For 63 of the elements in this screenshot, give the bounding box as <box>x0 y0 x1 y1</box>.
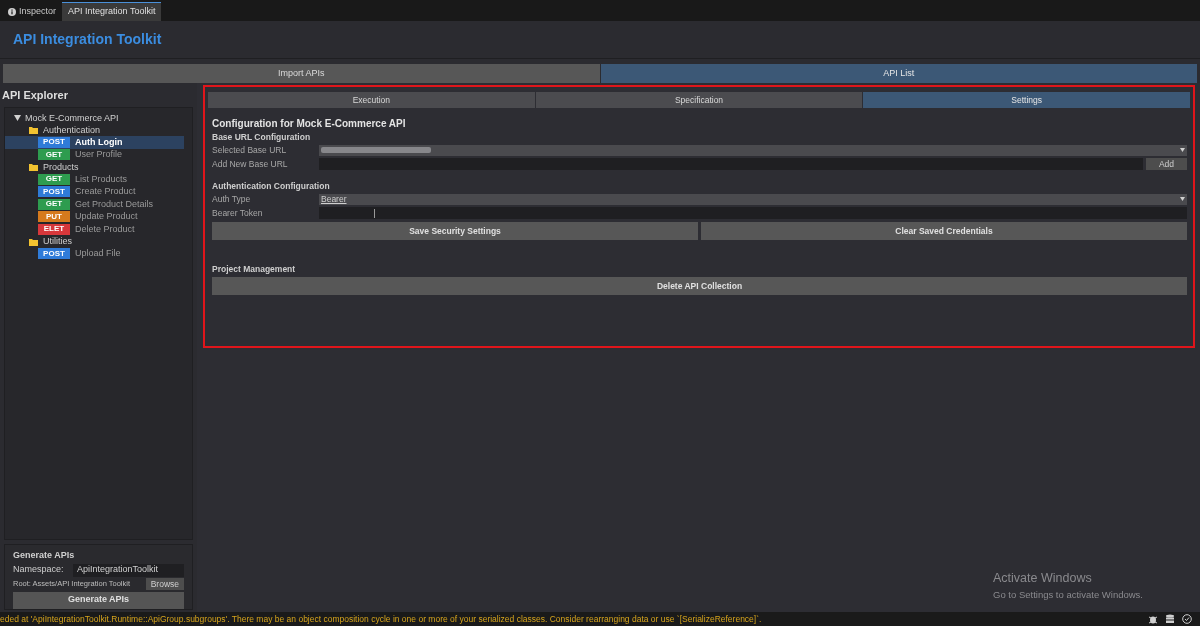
config-title: Configuration for Mock E-Commerce API <box>212 117 407 131</box>
field-label: Namespace: <box>13 563 65 577</box>
database-icon[interactable] <box>1165 614 1175 624</box>
endpoint-row[interactable]: GET List Products <box>5 173 184 186</box>
main-tab[interactable]: Import APIs <box>3 64 600 83</box>
field-label: Bearer Token <box>212 206 264 220</box>
endpoint-row[interactable]: PUT Update Product <box>5 210 184 223</box>
add-button[interactable]: Add <box>1146 158 1187 170</box>
method-badge: POST <box>38 248 70 260</box>
endpoint-row[interactable]: POST Upload File <box>5 247 184 260</box>
folder-icon <box>29 237 38 246</box>
browse-button[interactable]: Browse <box>145 578 184 590</box>
method-badge: GET <box>38 173 70 185</box>
field-label: Add New Base URL <box>212 157 289 171</box>
dropdown-caret-icon <box>1180 197 1185 201</box>
dropdown-caret-icon <box>1180 148 1185 152</box>
method-badge: GET <box>38 149 70 161</box>
delete-collection-button[interactable]: Delete API Collection <box>212 277 1187 295</box>
folder-label[interactable]: Authentication <box>43 125 101 135</box>
expand-triangle-icon[interactable] <box>14 115 21 121</box>
endpoint-row[interactable]: ELET Delete Product <box>5 223 184 236</box>
section-heading: Authentication Configuration <box>212 180 331 192</box>
window-tab[interactable]: Inspector <box>2 2 63 21</box>
save-security-button[interactable]: Save Security Settings <box>212 222 698 240</box>
endpoint-row[interactable]: POST Auth Login <box>5 136 184 149</box>
settings-tab[interactable]: Execution <box>208 92 535 108</box>
clear-credentials-button[interactable]: Clear Saved Credentials <box>701 222 1187 240</box>
text-cursor-icon <box>374 208 375 218</box>
settings-tab[interactable]: Specification <box>535 92 863 108</box>
endpoint-row[interactable]: POST Create Product <box>5 185 184 198</box>
settings-tab[interactable]: Settings <box>863 92 1190 108</box>
folder-label[interactable]: Products <box>43 162 79 172</box>
main-tab[interactable]: API List <box>600 64 1197 83</box>
folder-icon <box>29 163 38 171</box>
panel-title: API Integration Toolkit <box>13 30 162 49</box>
check-circle-icon[interactable] <box>1182 614 1192 624</box>
tree-root-label[interactable]: Mock E-Commerce API <box>25 113 119 123</box>
section-heading: Generate APIs <box>13 549 76 562</box>
method-badge: ELET <box>38 223 70 235</box>
field-label: Selected Base URL <box>212 143 288 157</box>
watermark-subtitle: Go to Settings to activate Windows. <box>993 587 1143 602</box>
method-badge: PUT <box>38 211 70 223</box>
method-badge: GET <box>38 198 70 210</box>
window-tab[interactable]: API Integration Toolkit <box>62 2 162 21</box>
method-badge: POST <box>38 136 70 148</box>
bearer-token-field[interactable] <box>319 207 1187 219</box>
method-badge: POST <box>38 186 70 198</box>
section-heading: Project Management <box>212 263 297 275</box>
endpoint-row[interactable]: GET User Profile <box>5 148 184 161</box>
base-url-dropdown[interactable] <box>319 144 1187 156</box>
field-label: Auth Type <box>212 192 252 206</box>
endpoint-row[interactable]: GET Get Product Details <box>5 198 184 211</box>
folder-icon <box>29 126 38 134</box>
status-message: eded at 'ApiIntegrationToolkit.Runtime::ApiGroup.subgroups'. There may be an object composition cycle in one or more of your serialized classes. Consider rearranging data or use `[SerializeReference]`. <box>0 612 763 626</box>
auth-type-dropdown[interactable]: Bearer <box>319 193 1187 205</box>
section-heading: Base URL Configuration <box>212 131 312 143</box>
generate-apis-button[interactable]: Generate APIs <box>13 591 184 609</box>
folder-label[interactable]: Utilities <box>43 237 72 246</box>
info-icon <box>8 7 16 16</box>
bug-icon[interactable] <box>1148 614 1158 624</box>
explorer-title: API Explorer <box>2 87 70 103</box>
watermark-title: Activate Windows <box>993 570 1093 587</box>
namespace-field[interactable]: ApiIntegrationToolkit <box>73 563 184 577</box>
